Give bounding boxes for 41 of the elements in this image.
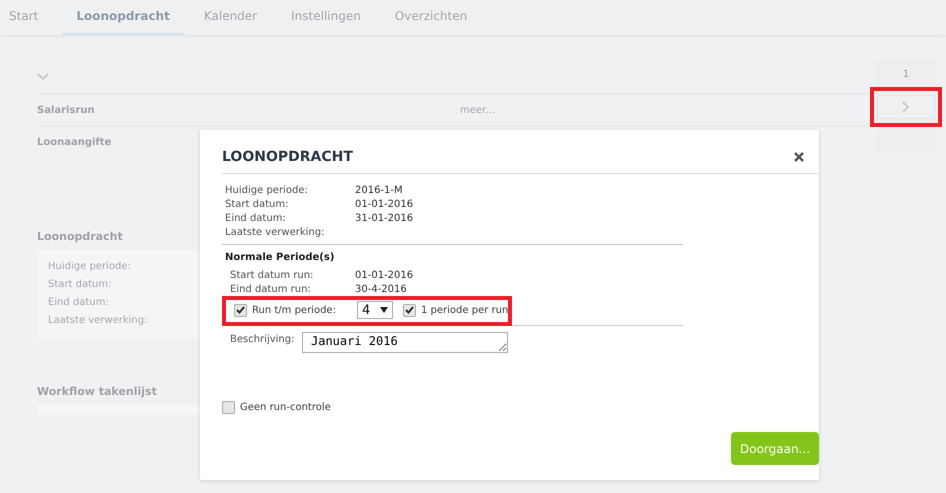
field-label: Beschrijving:	[230, 333, 296, 345]
checkbox[interactable]	[234, 304, 247, 316]
checkbox[interactable]	[222, 401, 235, 414]
field-label: Eind datum:	[225, 212, 287, 226]
field-value: 2016-1-M	[355, 184, 403, 198]
section-title: Loonopdracht	[37, 230, 123, 243]
field-label: Eind datum:	[48, 296, 109, 310]
field-label: Start datum:	[48, 278, 112, 292]
period-dropdown[interactable]: 4	[357, 301, 393, 319]
field-label: Eind datum run:	[230, 283, 312, 297]
row-label: Salarisrun	[37, 104, 95, 116]
tab[interactable]: Loonopdracht	[62, 0, 184, 35]
tab[interactable]: Overzichten	[380, 0, 482, 35]
checkbox-label: Run t/m periode:	[252, 304, 337, 316]
column-header: 1	[902, 68, 910, 82]
tab[interactable]: Kalender	[190, 0, 272, 35]
more-link[interactable]: meer...	[460, 104, 495, 116]
field-label: Laatste verwerking:	[225, 226, 326, 240]
field-label: Huidige periode:	[48, 260, 131, 274]
field-label: Huidige periode:	[225, 184, 309, 198]
field-value: 01-01-2016	[355, 198, 414, 212]
field-label: Start datum run:	[230, 269, 314, 283]
checkbox[interactable]	[403, 304, 416, 316]
chevron-right-icon	[902, 101, 910, 113]
section-heading: Normale Periode(s)	[224, 251, 336, 265]
field-value: 01-01-2016	[355, 269, 414, 283]
close-icon	[794, 152, 804, 162]
field-value: 31-01-2016	[355, 212, 414, 226]
checkbox-label: 1 periode per run	[421, 304, 508, 316]
tab[interactable]: Instellingen	[277, 0, 375, 35]
checkbox-label: Geen run-controle	[240, 402, 331, 413]
dropdown-arrow-icon	[380, 307, 388, 313]
field-label: Laatste verwerking:	[48, 314, 148, 328]
field-label: Start datum:	[225, 198, 290, 212]
continue-button[interactable]: Doorgaan...	[731, 432, 819, 465]
description-field[interactable]: Januari 2016	[302, 332, 508, 353]
field-value: 30-4-2016	[355, 283, 407, 297]
row-label: Loonaangifte	[37, 137, 112, 148]
tab[interactable]: Start	[0, 0, 52, 35]
dialog-title: LOONOPDRACHT	[222, 148, 353, 164]
section-title: Workflow takenlijst	[37, 385, 157, 398]
